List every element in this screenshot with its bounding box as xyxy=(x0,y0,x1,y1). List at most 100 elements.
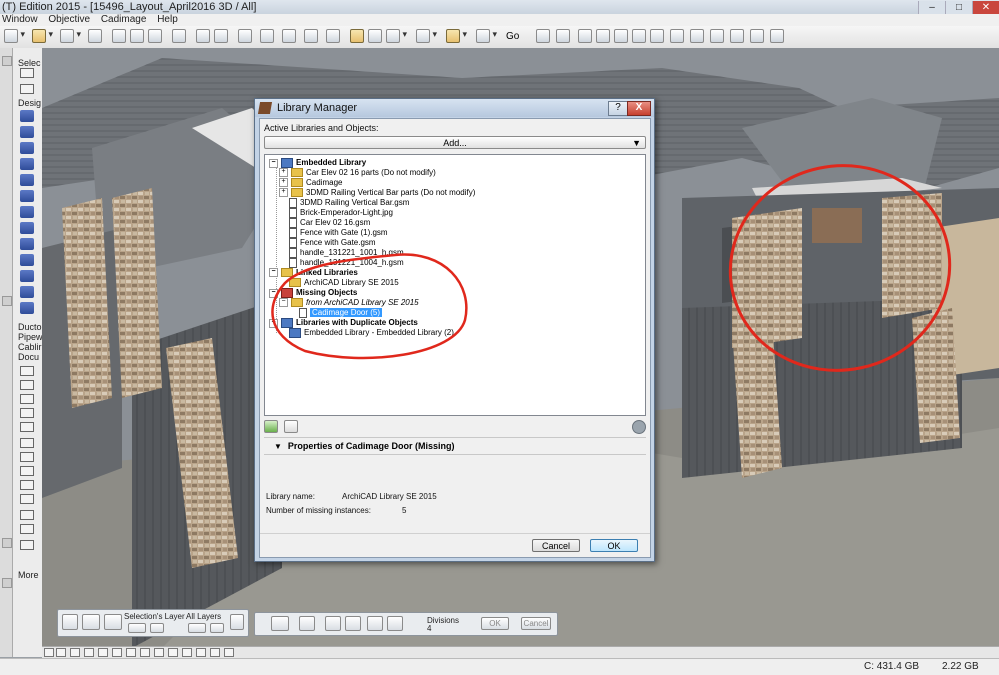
arrow-icon[interactable] xyxy=(20,68,34,78)
layer-eye-icon[interactable] xyxy=(128,623,146,633)
boxes-button[interactable] xyxy=(596,29,610,43)
stair-icon[interactable] xyxy=(20,206,34,218)
column-icon[interactable] xyxy=(20,158,34,170)
detail-icon[interactable] xyxy=(20,540,34,550)
go-label[interactable]: Go xyxy=(506,31,519,42)
move-tool-icon[interactable] xyxy=(345,616,361,631)
layer-button[interactable] xyxy=(386,29,407,43)
nav-icon[interactable] xyxy=(196,648,206,657)
properties-header[interactable]: ▼ Properties of Cadimage Door (Missing) xyxy=(264,437,646,455)
window-button[interactable] xyxy=(476,29,497,43)
layer-lock-icon[interactable] xyxy=(150,623,164,633)
camera-button[interactable] xyxy=(446,29,467,43)
walk-button[interactable] xyxy=(556,29,570,43)
help-button[interactable]: ? xyxy=(608,101,628,116)
pan-icon[interactable] xyxy=(126,648,136,657)
toolbox-label-more[interactable]: More xyxy=(18,570,39,580)
all-eye-icon[interactable] xyxy=(188,623,206,633)
dimension-icon[interactable] xyxy=(20,366,34,376)
solid-button[interactable] xyxy=(650,29,664,43)
railing-icon[interactable] xyxy=(20,270,34,282)
walk-icon[interactable] xyxy=(154,648,164,657)
menu-objective[interactable]: Objective xyxy=(48,14,90,25)
library-browse-icon[interactable] xyxy=(284,420,298,433)
text-icon[interactable] xyxy=(20,394,34,404)
settings-button[interactable] xyxy=(750,29,764,43)
render-button[interactable] xyxy=(368,29,382,43)
cursor-minus-button[interactable] xyxy=(282,29,296,43)
menu-cadimage[interactable]: Cadimage xyxy=(101,14,147,25)
divisions-value[interactable]: 4 xyxy=(427,624,431,633)
arc-icon[interactable] xyxy=(20,466,34,476)
line-icon[interactable] xyxy=(20,438,34,448)
nav-icon[interactable] xyxy=(70,648,80,657)
nav-icon[interactable] xyxy=(224,648,234,657)
fill-icon[interactable] xyxy=(20,422,34,432)
menu-help[interactable]: Help xyxy=(157,14,178,25)
trim-button[interactable] xyxy=(304,29,318,43)
shell-icon[interactable] xyxy=(20,238,34,250)
library-tree[interactable]: − Embedded Library + Car Elev 02 16 parts … xyxy=(264,154,646,416)
minimize-button[interactable]: – xyxy=(918,1,945,14)
snap-button[interactable] xyxy=(60,29,81,43)
cursor-plus-button[interactable] xyxy=(260,29,274,43)
ok-button[interactable]: OK xyxy=(590,539,638,552)
surface-button[interactable] xyxy=(670,29,684,43)
edge-handle[interactable] xyxy=(2,56,12,66)
nav-icon[interactable] xyxy=(168,648,178,657)
edge-handle[interactable] xyxy=(2,296,12,306)
copy-button[interactable] xyxy=(148,29,162,43)
add-library-button[interactable]: Add... ▼ xyxy=(264,136,646,149)
drawing-icon[interactable] xyxy=(20,494,34,504)
chevron-down-icon[interactable]: ▼ xyxy=(632,137,641,150)
mesh-icon[interactable] xyxy=(20,302,34,314)
edge-handle[interactable] xyxy=(2,538,12,548)
pin-icon[interactable] xyxy=(62,614,78,630)
plan-view-button[interactable] xyxy=(416,29,437,43)
eye-icon[interactable] xyxy=(82,614,100,630)
line-tool-icon[interactable] xyxy=(299,616,315,631)
angle-tool-icon[interactable] xyxy=(325,616,341,631)
arrow-tool-button[interactable] xyxy=(4,29,25,43)
section-button[interactable] xyxy=(710,29,724,43)
cube-button[interactable] xyxy=(632,29,646,43)
wire-button[interactable] xyxy=(690,29,704,43)
check-tool-icon[interactable] xyxy=(271,616,289,631)
dialog-title-bar[interactable]: Library Manager ? X xyxy=(255,99,654,117)
grid-tool-icon[interactable] xyxy=(367,616,383,631)
dialog-close-button[interactable]: X xyxy=(627,101,651,116)
hand-button[interactable] xyxy=(196,29,210,43)
wall-icon[interactable] xyxy=(20,110,34,122)
nav-icon[interactable] xyxy=(56,648,66,657)
box-button[interactable] xyxy=(578,29,592,43)
polyline-icon[interactable] xyxy=(20,480,34,490)
cancel-button[interactable]: Cancel xyxy=(532,539,580,552)
zoom-in-icon[interactable] xyxy=(84,648,94,657)
nav-icon[interactable] xyxy=(210,648,220,657)
beam-icon[interactable] xyxy=(20,174,34,186)
palette-ok-button[interactable]: OK xyxy=(481,617,509,630)
close-tool-button[interactable] xyxy=(238,29,252,43)
palette-cancel-button[interactable]: Cancel xyxy=(521,617,551,630)
split-button[interactable] xyxy=(326,29,340,43)
section-icon[interactable] xyxy=(20,510,34,520)
scissors-button[interactable] xyxy=(214,29,228,43)
nav-icon[interactable] xyxy=(182,648,192,657)
grid-button[interactable] xyxy=(88,29,102,43)
palette-close-icon[interactable] xyxy=(230,614,244,630)
magic-wand-button[interactable] xyxy=(32,29,53,43)
close-window-button[interactable]: ✕ xyxy=(972,1,999,14)
door-icon[interactable] xyxy=(20,126,34,138)
add-icon[interactable] xyxy=(264,420,278,433)
maximize-button[interactable]: □ xyxy=(945,1,972,14)
zoom-tool-icon[interactable] xyxy=(387,616,403,631)
curtain-wall-icon[interactable] xyxy=(20,254,34,266)
cut-button[interactable] xyxy=(730,29,744,43)
zoom-out-icon[interactable] xyxy=(98,648,108,657)
object-icon[interactable] xyxy=(20,286,34,298)
marquee-icon[interactable] xyxy=(20,84,34,94)
view-button[interactable] xyxy=(770,29,784,43)
level-icon[interactable] xyxy=(20,380,34,390)
globe-button[interactable] xyxy=(536,29,550,43)
menu-window[interactable]: Window xyxy=(2,14,38,25)
